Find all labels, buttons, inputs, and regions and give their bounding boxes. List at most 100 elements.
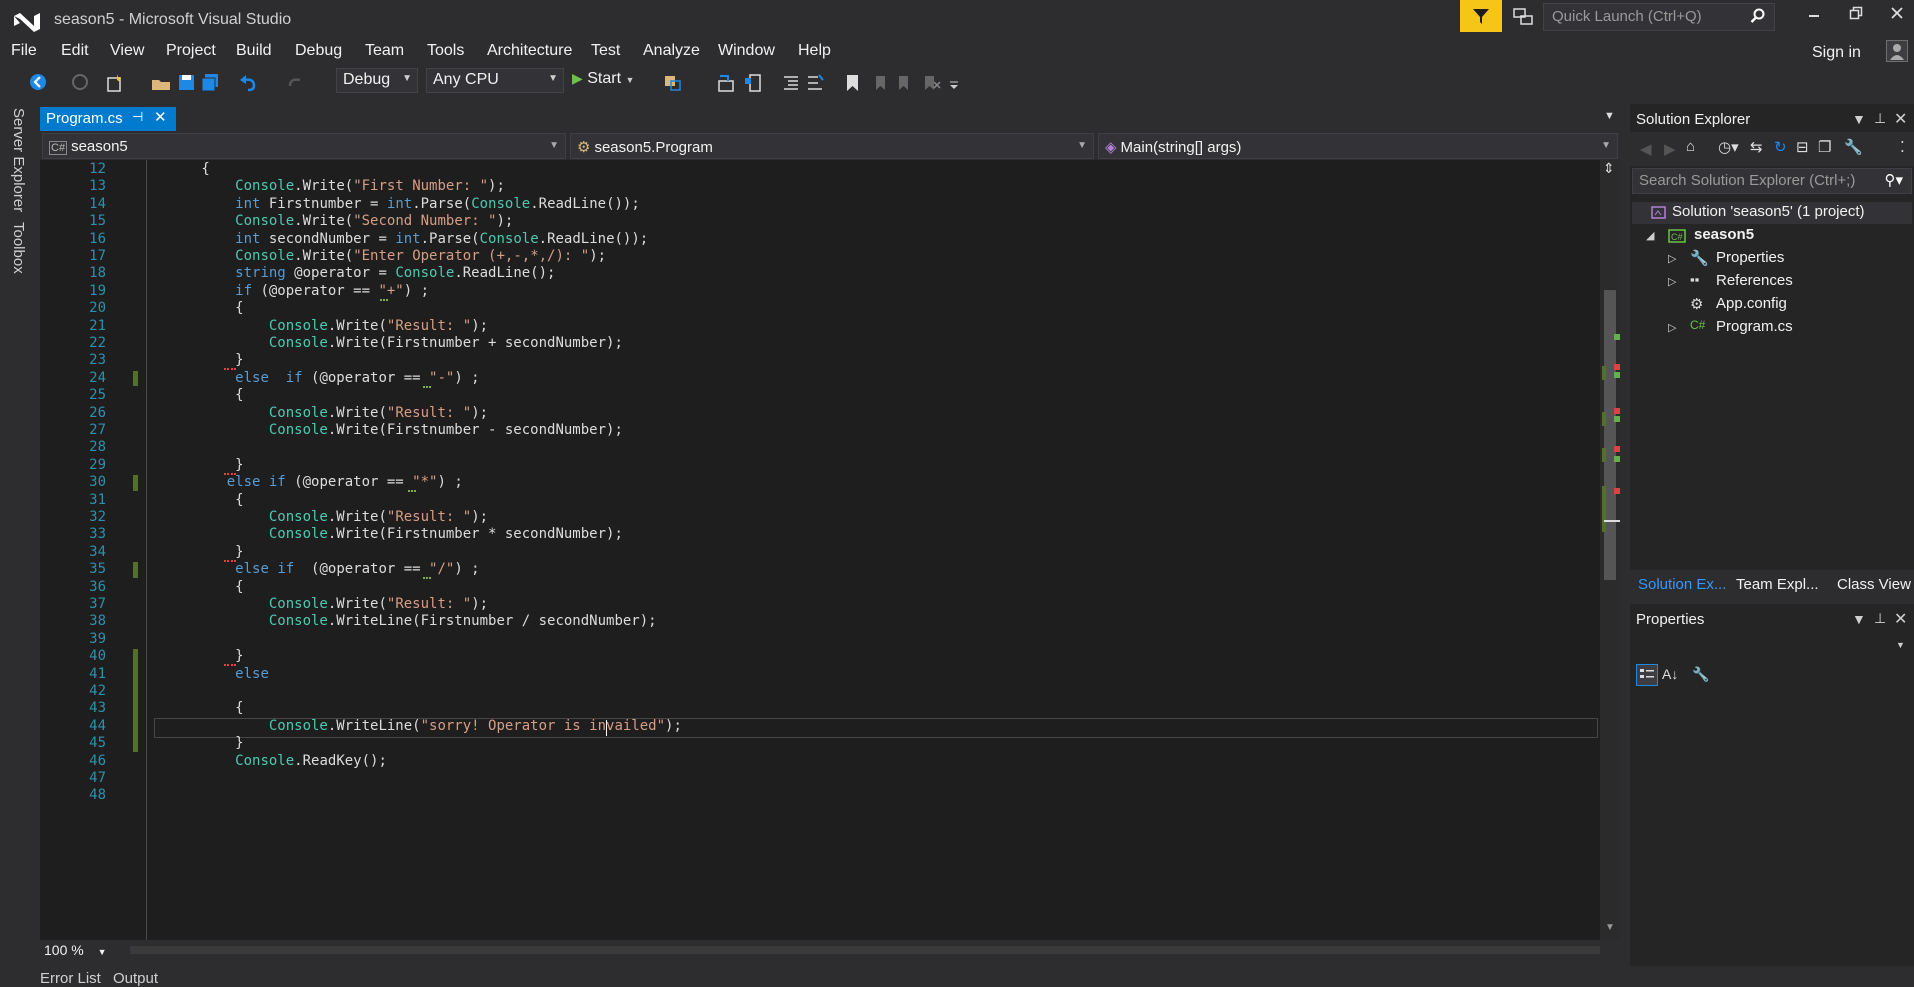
search-icon[interactable] [1750,8,1766,28]
menu-architecture[interactable]: Architecture [487,42,572,60]
expand-triangle-icon[interactable]: ▷ [1668,252,1676,265]
menu-edit[interactable]: Edit [61,42,89,60]
overflow-icon[interactable]: ⁚ [1900,138,1905,156]
menu-build[interactable]: Build [236,42,272,60]
tree-item-properties[interactable]: Properties [1716,249,1784,266]
menu-view[interactable]: View [110,42,144,60]
code-keyword: if [235,282,253,299]
menu-window[interactable]: Window [718,42,775,60]
code-text: .Write( [294,248,354,264]
account-avatar-icon[interactable] [1886,40,1908,62]
step-over-icon[interactable] [742,72,764,94]
menu-file[interactable]: File [11,42,37,60]
line-number: 25 [89,387,106,404]
categorized-view-icon[interactable] [1636,664,1658,686]
sign-in-link[interactable]: Sign in [1812,44,1861,62]
panel-menu-icon[interactable]: ▼ [1852,111,1866,127]
zoom-dropdown[interactable]: 100 % ▼ [40,940,120,960]
close-panel-icon[interactable]: ✕ [1894,109,1907,129]
menu-project[interactable]: Project [166,42,216,60]
pin-icon[interactable]: ⊥ [1874,110,1886,127]
panel-menu-icon[interactable]: ▼ [1852,611,1866,627]
code-text: { [134,300,244,317]
menu-tools[interactable]: Tools [427,42,464,60]
restore-button[interactable] [1841,6,1871,28]
split-window-icon[interactable]: ⇕ [1603,160,1615,177]
tab-team-explorer[interactable]: Team Expl... [1736,576,1819,593]
feedback-icon[interactable] [1512,6,1534,28]
clear-bookmarks-icon[interactable] [920,72,942,94]
play-icon: ▶ [572,70,583,86]
expand-triangle-icon[interactable]: ▷ [1668,275,1676,288]
error-list-tab[interactable]: Error List [40,970,101,987]
expand-triangle-icon[interactable]: ▷ [1668,321,1676,334]
menu-team[interactable]: Team [365,42,404,60]
notifications-filter-icon[interactable] [1460,0,1502,32]
close-tab-icon[interactable]: ✕ [154,108,167,126]
open-file-icon[interactable] [150,72,172,94]
bookmark-icon[interactable] [842,72,864,94]
solution-platform-dropdown[interactable]: Any CPU ▼ [426,68,564,93]
collapse-all-icon[interactable]: ⊟ [1796,138,1809,156]
object-selector-dropdown-icon[interactable]: ▼ [1896,640,1905,650]
tree-item-program-cs[interactable]: Program.cs [1716,318,1793,335]
forward-icon[interactable]: ▶ [1664,140,1676,158]
show-all-files-icon[interactable]: ❐ [1818,138,1831,156]
next-bookmark-icon[interactable] [894,72,916,94]
comment-lines-icon[interactable] [804,72,826,94]
properties-icon[interactable]: 🔧 [1844,138,1863,156]
redo-icon[interactable] [284,72,306,94]
previous-bookmark-icon[interactable] [868,72,890,94]
toolbox-tab[interactable]: Toolbox [10,222,27,274]
search-icon[interactable]: ⚲▾ [1884,171,1903,189]
menu-debug[interactable]: Debug [295,42,342,60]
solution-configuration-dropdown[interactable]: Debug ▼ [336,68,418,93]
new-project-icon[interactable] [104,72,126,94]
solution-explorer-search-input[interactable]: Search Solution Explorer (Ctrl+;) ⚲▾ [1632,168,1912,194]
member-dropdown[interactable]: ◈ Main(string[] args) ▼ [1098,133,1618,159]
toolbar-overflow-icon[interactable] [948,72,970,94]
horizontal-scrollbar[interactable] [130,946,1600,954]
menu-test[interactable]: Test [591,42,620,60]
collapse-triangle-icon[interactable]: ◢ [1646,229,1654,242]
navigate-forward-icon[interactable] [70,72,92,94]
server-explorer-tab[interactable]: Server Explorer [10,108,27,212]
pin-icon[interactable]: ⊣ [132,109,143,125]
tab-solution-explorer[interactable]: Solution Ex... [1638,576,1726,593]
sync-with-document-icon[interactable]: ⇆ [1750,138,1763,156]
close-panel-icon[interactable]: ✕ [1894,609,1907,629]
alphabetical-view-icon[interactable]: A↓ [1662,666,1678,682]
menu-analyze[interactable]: Analyze [643,42,700,60]
refresh-icon[interactable]: ↻ [1774,138,1787,156]
pin-icon[interactable]: ⊥ [1874,610,1886,627]
tab-program-cs[interactable]: Program.cs ⊣ ✕ [40,107,176,131]
format-document-icon[interactable] [780,72,802,94]
save-icon[interactable] [176,72,198,94]
pending-changes-filter-icon[interactable]: ◷▾ [1718,138,1739,156]
tab-list-dropdown-icon[interactable]: ▼ [1604,110,1615,122]
tree-project[interactable]: season5 [1694,226,1754,243]
code-editor[interactable]: 12 13 14 15 16 17 18 19 20 21 22 23 24 25 26 27 28 29 30 31… [40,160,1600,940]
browser-link-icon[interactable] [662,72,684,94]
start-debugging-button[interactable]: ▶ Start ▼ [572,70,634,88]
quick-launch-input[interactable]: Quick Launch (Ctrl+Q) [1543,3,1775,31]
tree-item-references[interactable]: References [1716,272,1793,289]
close-window-button[interactable] [1882,6,1912,28]
tree-item-app-config[interactable]: App.config [1716,295,1787,312]
output-tab[interactable]: Output [113,970,158,987]
tree-solution[interactable]: Solution 'season5' (1 project) [1672,203,1865,220]
project-dropdown[interactable]: C# season5 ▼ [42,133,566,159]
minimize-button[interactable] [1799,6,1829,28]
property-pages-icon[interactable]: 🔧 [1692,666,1709,683]
undo-icon[interactable] [238,72,260,94]
tab-class-view[interactable]: Class View [1837,576,1911,593]
navigate-back-icon[interactable] [28,72,50,94]
save-all-icon[interactable] [200,72,222,94]
type-dropdown[interactable]: ⚙ season5.Program ▼ [570,133,1094,159]
scroll-down-icon[interactable]: ▼ [1605,922,1615,933]
code-type: Console [268,613,328,630]
back-icon[interactable]: ◀ [1640,140,1652,158]
home-icon[interactable]: ⌂ [1686,138,1695,155]
step-into-icon[interactable] [716,72,738,94]
menu-help[interactable]: Help [798,42,831,60]
